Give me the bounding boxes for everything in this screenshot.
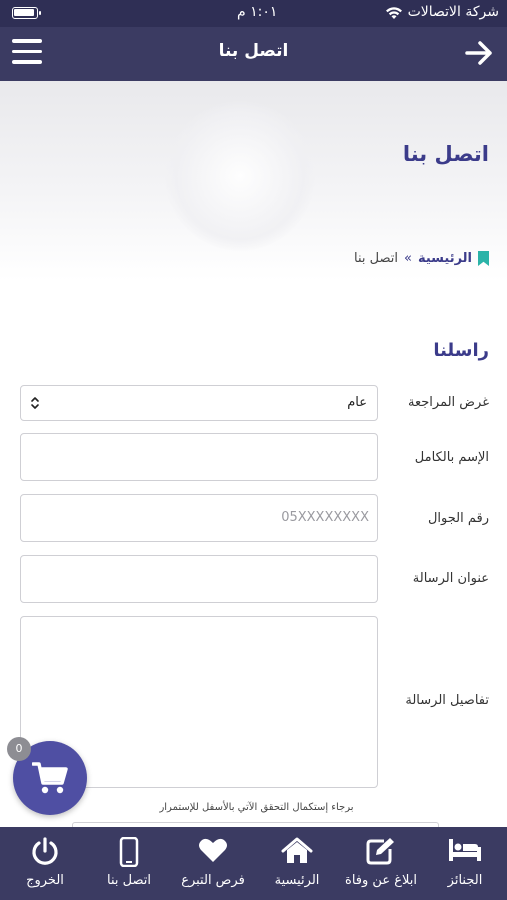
mobile-label: رقم الجوال xyxy=(427,511,489,526)
bookmark-icon xyxy=(478,251,489,266)
cart-count-badge: 0 xyxy=(7,737,31,761)
back-arrow-icon[interactable] xyxy=(463,37,495,69)
breadcrumb-separator: » xyxy=(404,251,412,266)
power-icon xyxy=(32,837,58,865)
wifi-icon xyxy=(386,7,402,19)
mobile-field[interactable]: 05XXXXXXXX xyxy=(20,494,378,542)
breadcrumb-current: اتصل بنا xyxy=(354,251,398,266)
nav-item-report-death[interactable]: ابلاغ عن وفاة xyxy=(339,827,423,900)
subject-label: عنوان الرسالة xyxy=(412,571,489,586)
breadcrumb: الرئيسية » اتصل بنا xyxy=(354,251,489,266)
nav-label: الجنائز xyxy=(447,873,483,888)
purpose-select[interactable]: عام xyxy=(20,385,378,421)
purpose-select-value: عام xyxy=(347,395,367,410)
subject-field[interactable] xyxy=(20,555,378,603)
nav-item-donation[interactable]: فرص التبرع xyxy=(171,827,255,900)
nav-label: الخروج xyxy=(26,873,64,888)
nav-label: اتصل بنا xyxy=(107,873,151,888)
home-icon xyxy=(281,837,313,863)
nav-label: ابلاغ عن وفاة xyxy=(345,873,417,888)
battery-icon xyxy=(12,7,41,19)
bed-icon xyxy=(449,839,481,861)
mobile-placeholder: 05XXXXXXXX xyxy=(281,510,369,525)
watermark-image xyxy=(165,101,315,251)
nav-label: فرص التبرع xyxy=(181,873,245,888)
status-time: ١:٠١ م xyxy=(237,4,278,20)
nav-item-home[interactable]: الرئيسية xyxy=(255,827,339,900)
cart-icon xyxy=(32,762,68,794)
heart-icon xyxy=(199,838,227,862)
select-chevron-icon xyxy=(31,397,39,409)
nav-item-logout[interactable]: الخروج xyxy=(3,827,87,900)
name-label: الإسم بالكامل xyxy=(414,450,489,465)
breadcrumb-home-link[interactable]: الرئيسية xyxy=(418,251,472,266)
nav-item-contact[interactable]: اتصل بنا xyxy=(87,827,171,900)
nav-label: الرئيسية xyxy=(274,873,320,888)
phone-icon xyxy=(119,837,139,867)
nav-item-funerals[interactable]: الجنائز xyxy=(423,827,507,900)
name-field[interactable] xyxy=(20,433,378,481)
details-label: تفاصيل الرسالة xyxy=(405,693,489,708)
edit-icon xyxy=(366,838,394,865)
purpose-label: غرض المراجعة xyxy=(408,395,489,410)
bottom-nav: الجنائز ابلاغ عن وفاة الرئيسية فرص التبر… xyxy=(0,827,507,900)
header-title: اتصل بنا xyxy=(218,41,289,61)
page-title: اتصل بنا xyxy=(402,142,489,166)
section-title: راسلنا xyxy=(433,340,489,361)
carrier-name: شركة الاتصالات xyxy=(407,4,499,20)
app-header: اتصل بنا xyxy=(0,27,507,81)
status-bar: ١:٠١ م شركة الاتصالات xyxy=(0,0,507,27)
